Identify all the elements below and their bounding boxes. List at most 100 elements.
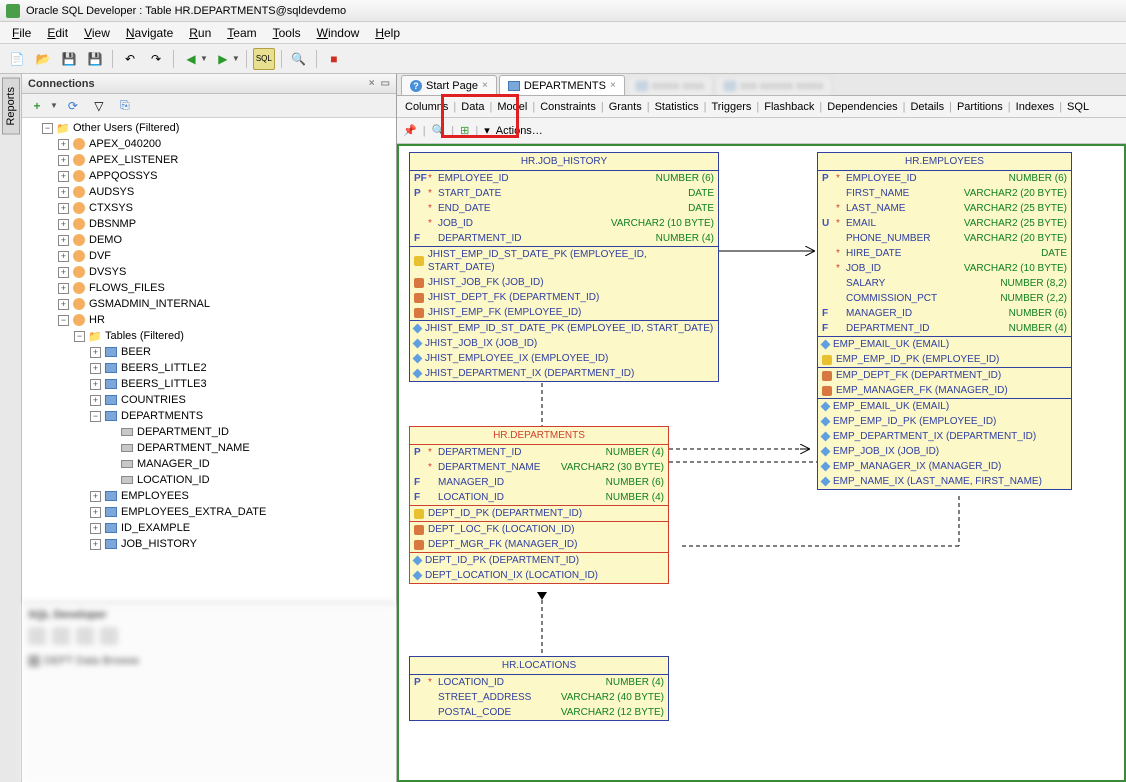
menu-tools[interactable]: Tools	[265, 26, 309, 40]
model-diagram[interactable]: HR.JOB_HISTORYPF*EMPLOYEE_IDNUMBER (6)P*…	[397, 144, 1126, 782]
tree-toggle-icon[interactable]: +	[58, 299, 69, 310]
menu-team[interactable]: Team	[219, 26, 264, 40]
subtab-model[interactable]: Model	[493, 98, 531, 116]
menu-run[interactable]: Run	[181, 26, 219, 40]
forward-icon[interactable]: ▶	[212, 48, 234, 70]
tree-toggle-icon[interactable]: +	[58, 219, 69, 230]
subtab-triggers[interactable]: Triggers	[707, 98, 755, 116]
tree-toggle-icon[interactable]: +	[58, 187, 69, 198]
tree-col-department_name[interactable]: DEPARTMENT_NAME	[22, 440, 396, 456]
dropdown-caret-icon[interactable]: ▼	[200, 54, 208, 63]
menu-view[interactable]: View	[76, 26, 118, 40]
entity-hr-job_history[interactable]: HR.JOB_HISTORYPF*EMPLOYEE_IDNUMBER (6)P*…	[409, 152, 719, 382]
dropdown-caret-icon[interactable]: ▼	[50, 101, 58, 110]
tree-table-job_history[interactable]: +JOB_HISTORY	[22, 536, 396, 552]
tree-toggle-icon[interactable]: +	[58, 155, 69, 166]
subtab-grants[interactable]: Grants	[605, 98, 646, 116]
minimize-icon[interactable]: ▭	[381, 78, 390, 89]
subtab-details[interactable]: Details	[906, 98, 948, 116]
tree-toggle-icon[interactable]: −	[42, 123, 53, 134]
subtab-statistics[interactable]: Statistics	[651, 98, 703, 116]
add-icon[interactable]: +	[26, 95, 48, 117]
tree-other-users[interactable]: −📁Other Users (Filtered)	[22, 120, 396, 136]
tree-toggle-icon[interactable]: +	[90, 347, 101, 358]
tree-table-id_example[interactable]: +ID_EXAMPLE	[22, 520, 396, 536]
menu-navigate[interactable]: Navigate	[118, 26, 181, 40]
tree-col-location_id[interactable]: LOCATION_ID	[22, 472, 396, 488]
subtab-sql[interactable]: SQL	[1063, 98, 1093, 116]
save-icon[interactable]: 💾	[58, 48, 80, 70]
tree-user-dvsys[interactable]: +DVSYS	[22, 264, 396, 280]
undo-icon[interactable]: ↶	[119, 48, 141, 70]
tree-toggle-icon[interactable]: +	[90, 523, 101, 534]
tree-table-countries[interactable]: +COUNTRIES	[22, 392, 396, 408]
tree-toggle-icon[interactable]: +	[90, 363, 101, 374]
tree-user-gsmadmin_internal[interactable]: +GSMADMIN_INTERNAL	[22, 296, 396, 312]
menu-file[interactable]: File	[4, 26, 39, 40]
new-icon[interactable]: 📄	[6, 48, 28, 70]
refresh-icon[interactable]: ⟳	[62, 95, 84, 117]
subtab-partitions[interactable]: Partitions	[953, 98, 1007, 116]
entity-hr-employees[interactable]: HR.EMPLOYEESP*EMPLOYEE_IDNUMBER (6)FIRST…	[817, 152, 1072, 490]
tree-toggle-icon[interactable]: +	[90, 379, 101, 390]
tree-toggle-icon[interactable]: +	[90, 539, 101, 550]
tree-table-beers_little3[interactable]: +BEERS_LITTLE3	[22, 376, 396, 392]
stop-icon[interactable]: ■	[323, 48, 345, 70]
tree-table-employees[interactable]: +EMPLOYEES	[22, 488, 396, 504]
tree-user-apex_listener[interactable]: +APEX_LISTENER	[22, 152, 396, 168]
subtab-data[interactable]: Data	[457, 98, 488, 116]
redo-icon[interactable]: ↷	[145, 48, 167, 70]
tree-toggle-icon[interactable]: +	[90, 395, 101, 406]
connections-tree[interactable]: −📁Other Users (Filtered)+APEX_040200+APE…	[22, 118, 396, 602]
export-icon[interactable]: ⎘	[114, 95, 136, 117]
close-icon[interactable]: ×	[610, 80, 616, 91]
sql-icon[interactable]: SQL	[253, 48, 275, 70]
tree-toggle-icon[interactable]: +	[58, 251, 69, 262]
actions-link[interactable]: Actions…	[496, 125, 543, 137]
dropdown-caret-icon[interactable]: ▾	[484, 124, 490, 137]
tree-toggle-icon[interactable]: +	[58, 139, 69, 150]
subtab-indexes[interactable]: Indexes	[1012, 98, 1059, 116]
tree-view-icon[interactable]: ⊞	[460, 124, 469, 137]
close-icon[interactable]: ×	[369, 78, 375, 89]
close-icon[interactable]: ×	[482, 80, 488, 91]
back-icon[interactable]: ◀	[180, 48, 202, 70]
tree-user-apex_040200[interactable]: +APEX_040200	[22, 136, 396, 152]
entity-hr-locations[interactable]: HR.LOCATIONSP*LOCATION_IDNUMBER (4)STREE…	[409, 656, 669, 721]
tree-user-hr[interactable]: −HR	[22, 312, 396, 328]
start-page-tab[interactable]: ?Start Page×	[401, 75, 497, 95]
tree-user-dvf[interactable]: +DVF	[22, 248, 396, 264]
zoom-icon[interactable]: 🔍	[432, 124, 446, 137]
tree-table-beers_little2[interactable]: +BEERS_LITTLE2	[22, 360, 396, 376]
entity-hr-departments[interactable]: HR.DEPARTMENTSP*DEPARTMENT_IDNUMBER (4)*…	[409, 426, 669, 584]
tree-table-employees_extra_date[interactable]: +EMPLOYEES_EXTRA_DATE	[22, 504, 396, 520]
subtab-columns[interactable]: Columns	[401, 98, 452, 116]
tree-toggle-icon[interactable]: +	[58, 171, 69, 182]
tree-toggle-icon[interactable]: +	[58, 267, 69, 278]
subtab-constraints[interactable]: Constraints	[536, 98, 600, 116]
tree-toggle-icon[interactable]: −	[90, 411, 101, 422]
tree-tables[interactable]: −📁Tables (Filtered)	[22, 328, 396, 344]
tree-user-ctxsys[interactable]: +CTXSYS	[22, 200, 396, 216]
pin-icon[interactable]: 📌	[403, 124, 417, 137]
open-icon[interactable]: 📂	[32, 48, 54, 70]
tree-toggle-icon[interactable]: +	[58, 235, 69, 246]
dropdown-caret-icon[interactable]: ▼	[232, 54, 240, 63]
tree-table-departments[interactable]: −DEPARTMENTS	[22, 408, 396, 424]
tree-user-dbsnmp[interactable]: +DBSNMP	[22, 216, 396, 232]
departments-tab[interactable]: DEPARTMENTS×	[499, 75, 625, 95]
tree-toggle-icon[interactable]: +	[58, 203, 69, 214]
tree-col-manager_id[interactable]: MANAGER_ID	[22, 456, 396, 472]
tree-user-demo[interactable]: +DEMO	[22, 232, 396, 248]
filter-icon[interactable]: ▽	[88, 95, 110, 117]
subtab-flashback[interactable]: Flashback	[760, 98, 818, 116]
subtab-dependencies[interactable]: Dependencies	[823, 98, 901, 116]
tree-toggle-icon[interactable]: −	[58, 315, 69, 326]
tree-toggle-icon[interactable]: +	[90, 507, 101, 518]
tree-col-department_id[interactable]: DEPARTMENT_ID	[22, 424, 396, 440]
reports-tab[interactable]: Reports	[2, 78, 20, 135]
tree-user-audsys[interactable]: +AUDSYS	[22, 184, 396, 200]
save-all-icon[interactable]: 💾	[84, 48, 106, 70]
tree-toggle-icon[interactable]: +	[58, 283, 69, 294]
menu-window[interactable]: Window	[309, 26, 368, 40]
